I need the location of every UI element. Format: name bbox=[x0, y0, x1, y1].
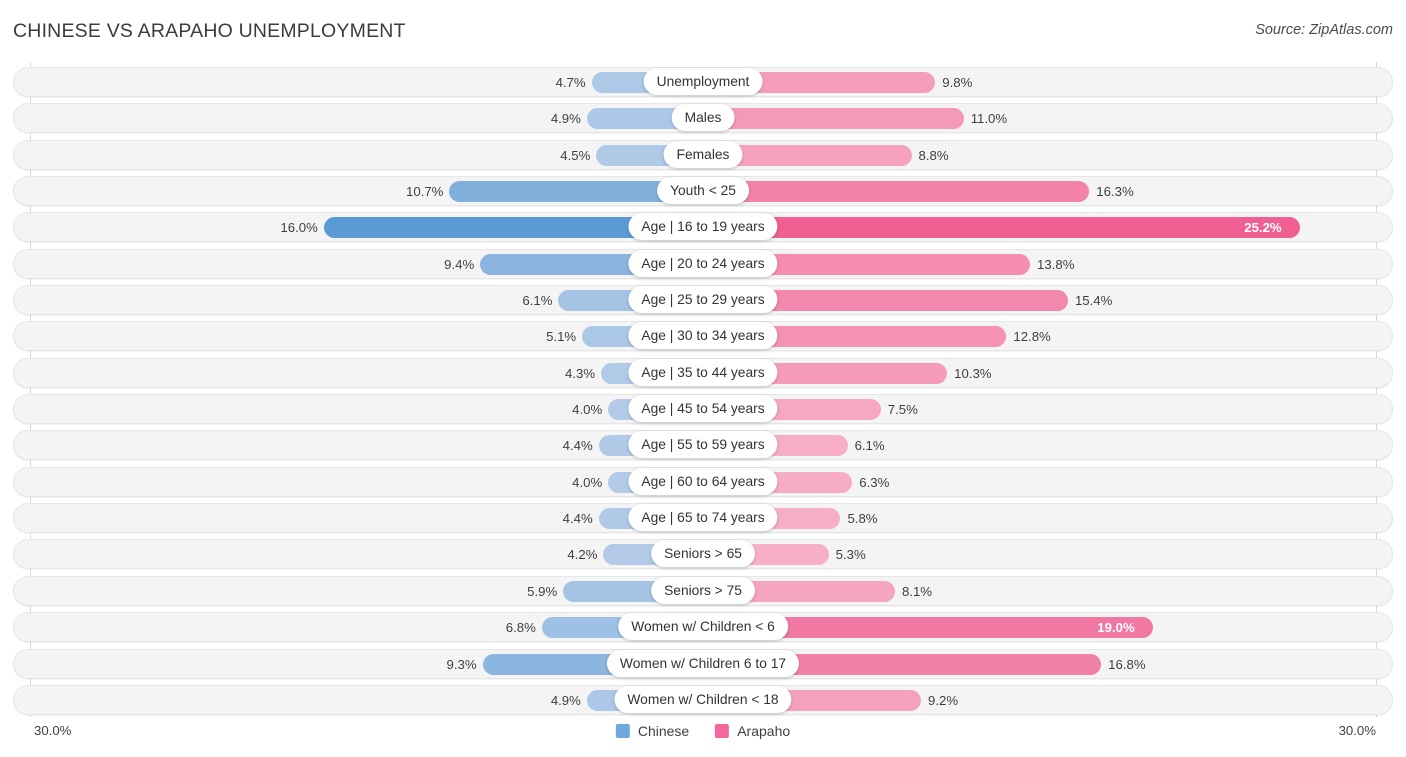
value-label-chinese: 4.2% bbox=[567, 547, 598, 563]
bar-arapaho[interactable] bbox=[703, 108, 964, 130]
chart-row[interactable]: 4.7% 9.8% Unemployment bbox=[0, 65, 1406, 101]
chart-row[interactable]: 4.9% 11.0% Males bbox=[0, 101, 1406, 137]
chart-row[interactable]: 9.3% 16.8% Women w/ Children 6 to 17 bbox=[0, 647, 1406, 683]
category-label: Age | 55 to 59 years bbox=[628, 431, 778, 459]
chart-row[interactable]: 6.8% 19.0% Women w/ Children < 6 bbox=[0, 610, 1406, 646]
chart-root: CHINESE VS ARAPAHO UNEMPLOYMENT Source: … bbox=[0, 0, 1406, 757]
category-label: Age | 35 to 44 years bbox=[628, 358, 778, 386]
bar-arapaho[interactable] bbox=[703, 181, 1090, 203]
value-label-arapaho: 10.3% bbox=[954, 365, 992, 381]
chart-rows: 4.7% 9.8% Unemployment 4.9% 11.0% Males 4.5% 8.… bbox=[0, 65, 1406, 719]
value-label-arapaho: 8.8% bbox=[918, 147, 949, 163]
chart-row[interactable]: 9.4% 13.8% Age | 20 to 24 years bbox=[0, 247, 1406, 283]
value-label-chinese: 10.7% bbox=[406, 184, 444, 200]
value-label-chinese: 4.0% bbox=[572, 474, 603, 490]
value-label-chinese: 4.4% bbox=[562, 438, 593, 454]
value-label-arapaho: 16.8% bbox=[1108, 656, 1146, 672]
value-label-chinese: 5.9% bbox=[527, 583, 558, 599]
category-label: Males bbox=[671, 104, 735, 132]
legend-swatch-icon bbox=[715, 724, 730, 738]
value-label-arapaho: 12.8% bbox=[1013, 329, 1051, 345]
chart-row[interactable]: 4.9% 9.2% Women w/ Children < 18 bbox=[0, 683, 1406, 719]
chart-row[interactable]: 10.7% 16.3% Youth < 25 bbox=[0, 174, 1406, 210]
value-label-arapaho: 25.2% bbox=[1244, 220, 1282, 236]
category-label: Seniors > 65 bbox=[651, 540, 755, 568]
legend-item[interactable]: Chinese bbox=[615, 723, 690, 739]
chart-header: CHINESE VS ARAPAHO UNEMPLOYMENT Source: … bbox=[0, 0, 1406, 62]
category-label: Unemployment bbox=[643, 68, 763, 95]
value-label-arapaho: 11.0% bbox=[970, 111, 1008, 127]
chart-row[interactable]: 4.4% 5.8% Age | 65 to 74 years bbox=[0, 501, 1406, 537]
page-title: CHINESE VS ARAPAHO UNEMPLOYMENT bbox=[13, 20, 406, 42]
chart-row[interactable]: 16.0% 25.2% Age | 16 to 19 years bbox=[0, 210, 1406, 246]
chart-row[interactable]: 4.2% 5.3% Seniors > 65 bbox=[0, 537, 1406, 573]
value-label-chinese: 4.9% bbox=[550, 111, 581, 127]
category-label: Age | 60 to 64 years bbox=[628, 467, 778, 495]
chart-legend: Chinese Arapaho bbox=[615, 723, 790, 739]
category-label: Age | 65 to 74 years bbox=[628, 504, 778, 532]
value-label-arapaho: 5.8% bbox=[847, 511, 878, 527]
value-label-arapaho: 6.1% bbox=[854, 438, 885, 454]
value-label-chinese: 4.0% bbox=[572, 402, 603, 418]
category-label: Age | 45 to 54 years bbox=[628, 395, 778, 423]
plot-area: 4.7% 9.8% Unemployment 4.9% 11.0% Males 4.5% 8.… bbox=[0, 62, 1406, 717]
category-label: Age | 16 to 19 years bbox=[628, 213, 778, 241]
category-label: Seniors > 75 bbox=[651, 576, 755, 604]
category-label: Age | 30 to 34 years bbox=[628, 322, 778, 350]
value-label-arapaho: 9.8% bbox=[942, 75, 973, 90]
value-label-chinese: 5.1% bbox=[546, 329, 577, 345]
value-label-arapaho: 9.2% bbox=[928, 692, 959, 708]
value-label-chinese: 6.8% bbox=[505, 620, 536, 636]
value-label-chinese: 4.4% bbox=[562, 511, 593, 527]
value-label-arapaho: 15.4% bbox=[1074, 293, 1113, 309]
value-label-arapaho: 5.3% bbox=[835, 547, 866, 563]
legend-item[interactable]: Arapaho bbox=[715, 723, 790, 739]
axis-label-right: 30.0% bbox=[1338, 723, 1376, 738]
chart-row[interactable]: 4.3% 10.3% Age | 35 to 44 years bbox=[0, 356, 1406, 392]
source-attribution: Source: ZipAtlas.com bbox=[1255, 22, 1393, 38]
value-label-chinese: 6.1% bbox=[522, 293, 553, 309]
value-label-arapaho: 19.0% bbox=[1097, 620, 1135, 636]
value-label-chinese: 9.3% bbox=[446, 656, 477, 672]
chart-row[interactable]: 4.4% 6.1% Age | 55 to 59 years bbox=[0, 428, 1406, 464]
value-label-arapaho: 6.3% bbox=[859, 474, 890, 490]
value-label-chinese: 16.0% bbox=[280, 220, 318, 236]
chart-row[interactable]: 4.0% 7.5% Age | 45 to 54 years bbox=[0, 392, 1406, 428]
value-label-arapaho: 8.1% bbox=[901, 583, 933, 599]
chart-footer: 30.0% 30.0% Chinese Arapaho bbox=[0, 717, 1406, 757]
category-label: Females bbox=[663, 140, 743, 168]
value-label-chinese: 4.7% bbox=[555, 75, 586, 90]
category-label: Youth < 25 bbox=[657, 177, 749, 205]
value-label-arapaho: 16.3% bbox=[1096, 184, 1134, 200]
value-label-arapaho: 7.5% bbox=[887, 402, 918, 418]
chart-row[interactable]: 5.9% 8.1% Seniors > 75 bbox=[0, 574, 1406, 610]
chart-row[interactable]: 5.1% 12.8% Age | 30 to 34 years bbox=[0, 319, 1406, 355]
value-label-arapaho: 13.8% bbox=[1037, 256, 1075, 272]
value-label-chinese: 9.4% bbox=[444, 256, 475, 272]
category-label: Age | 25 to 29 years bbox=[628, 286, 778, 314]
value-label-chinese: 4.5% bbox=[560, 147, 591, 163]
legend-label: Chinese bbox=[637, 723, 690, 739]
legend-label: Arapaho bbox=[737, 723, 791, 739]
category-label: Women w/ Children 6 to 17 bbox=[606, 649, 800, 677]
axis-label-left: 30.0% bbox=[34, 723, 72, 738]
chart-row[interactable]: 6.1% 15.4% Age | 25 to 29 years bbox=[0, 283, 1406, 319]
bar-arapaho[interactable] bbox=[703, 217, 1301, 239]
legend-swatch-icon bbox=[615, 724, 630, 738]
category-label: Age | 20 to 24 years bbox=[628, 249, 778, 277]
value-label-chinese: 4.3% bbox=[565, 365, 596, 381]
chart-row[interactable]: 4.0% 6.3% Age | 60 to 64 years bbox=[0, 465, 1406, 501]
category-label: Women w/ Children < 18 bbox=[614, 685, 792, 713]
chart-row[interactable]: 4.5% 8.8% Females bbox=[0, 138, 1406, 174]
value-label-chinese: 4.9% bbox=[550, 692, 581, 708]
category-label: Women w/ Children < 6 bbox=[618, 613, 788, 641]
